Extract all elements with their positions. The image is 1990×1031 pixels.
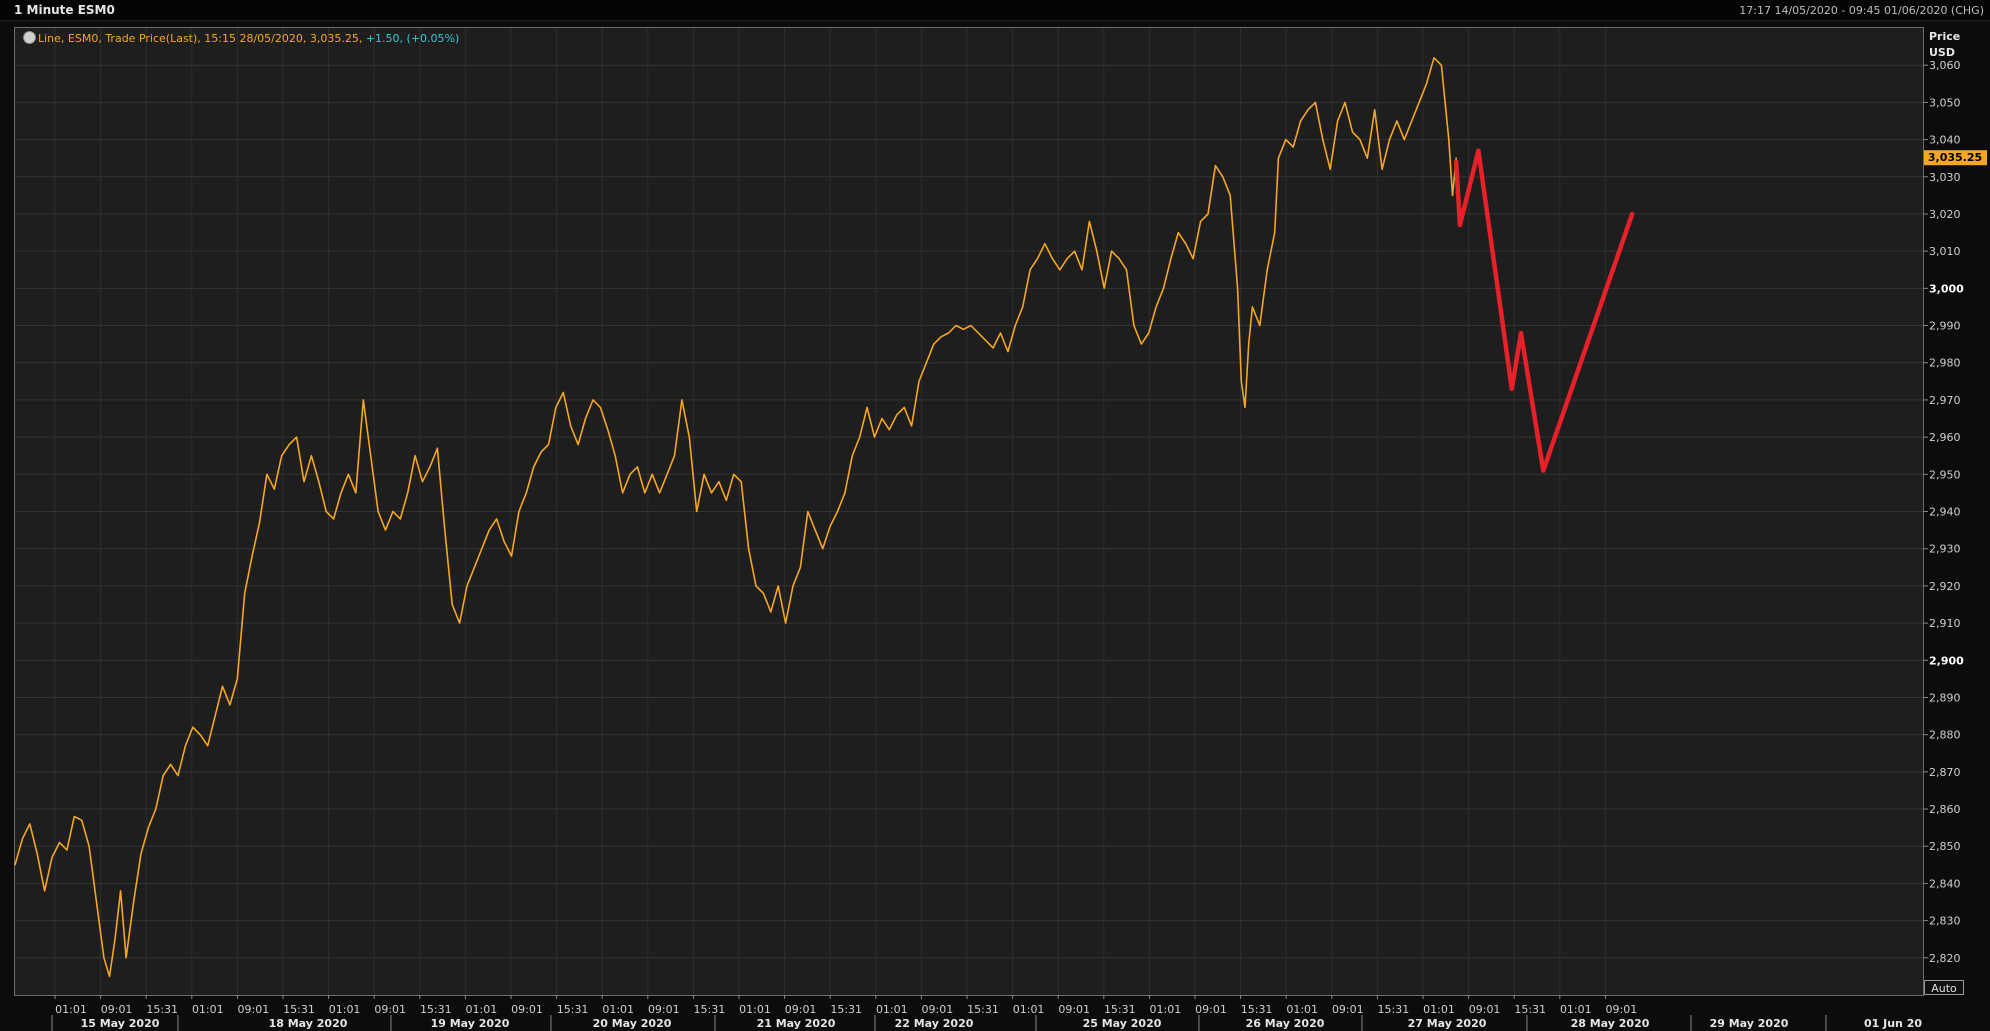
price-chart: Price USD 2,820 2,830 2,840 2,850 2,860 2,870… xyxy=(14,28,1987,1031)
x-tick-label: 01:01 xyxy=(1150,1003,1182,1016)
y-tick-label: 2,930 xyxy=(1929,543,1961,556)
x-tick-label: 15:31 xyxy=(283,1003,315,1016)
y-tick-label: 2,960 xyxy=(1929,431,1961,444)
x-tick-label: 09:01 xyxy=(1606,1003,1638,1016)
x-tick-label: 15:31 xyxy=(1514,1003,1546,1016)
x-tick-label: 01:01 xyxy=(739,1003,771,1016)
x-tick-label: 15:31 xyxy=(967,1003,999,1016)
time-axis: 01:01 09:01 15:31 01:01 09:01 15:31 01:01 09:01… xyxy=(51,995,1922,1031)
x-tick-label: 01:01 xyxy=(1286,1003,1318,1016)
x-day-label: 22 May 2020 xyxy=(895,1017,974,1030)
chart-window: 1 Minute ESM0 17:17 14/05/2020 - 09:45 0… xyxy=(0,0,1990,1031)
x-day-label: 21 May 2020 xyxy=(757,1017,836,1030)
x-tick-label: 09:01 xyxy=(1058,1003,1090,1016)
y-tick-label: 2,940 xyxy=(1929,506,1961,519)
x-tick-label: 09:01 xyxy=(238,1003,270,1016)
x-tick-label: 09:01 xyxy=(511,1003,543,1016)
x-tick-label: 01:01 xyxy=(1560,1003,1592,1016)
x-tick-label: 01:01 xyxy=(602,1003,634,1016)
x-tick-label: 15:31 xyxy=(830,1003,862,1016)
x-tick-label: 01:01 xyxy=(876,1003,908,1016)
y-tick-label: 2,920 xyxy=(1929,580,1961,593)
y-tick-label: 2,830 xyxy=(1929,915,1961,928)
price-axis-unit: USD xyxy=(1929,46,1955,59)
x-tick-label: 01:01 xyxy=(1423,1003,1455,1016)
x-tick-label: 15:31 xyxy=(1378,1003,1410,1016)
x-tick-label: 09:01 xyxy=(1332,1003,1364,1016)
series-settings-icon[interactable] xyxy=(23,31,36,44)
y-tick-label: 3,050 xyxy=(1929,96,1961,109)
x-day-label: 20 May 2020 xyxy=(593,1017,672,1030)
grid-lines xyxy=(15,28,1923,995)
series-legend[interactable]: Line, ESM0, Trade Price(Last), 15:15 28/… xyxy=(23,31,459,45)
y-tick-label: 2,980 xyxy=(1929,357,1961,370)
x-tick-label: 15:31 xyxy=(557,1003,589,1016)
y-tick-label: 3,040 xyxy=(1929,134,1961,147)
series-layer xyxy=(14,57,1635,978)
y-tick-label: 2,990 xyxy=(1929,320,1961,333)
x-day-label: 28 May 2020 xyxy=(1571,1017,1650,1030)
y-tick-label: 2,870 xyxy=(1929,766,1961,779)
price-axis-title: Price xyxy=(1929,30,1960,43)
x-day-label: 01 Jun 20 xyxy=(1864,1017,1922,1030)
x-tick-label: 09:01 xyxy=(1195,1003,1227,1016)
x-tick-label: 09:01 xyxy=(101,1003,133,1016)
y-tick-label: 2,890 xyxy=(1929,691,1961,704)
x-day-label: 15 May 2020 xyxy=(81,1017,160,1030)
x-tick-label: 09:01 xyxy=(648,1003,680,1016)
y-tick-label: 2,880 xyxy=(1929,729,1961,742)
y-tick-label: 3,060 xyxy=(1929,59,1961,72)
x-tick-label: 01:01 xyxy=(329,1003,361,1016)
x-day-label: 26 May 2020 xyxy=(1246,1017,1325,1030)
legend-series-label: Line, ESM0, Trade Price(Last), 15:15 28/… xyxy=(38,32,363,45)
y-tick-label: 2,840 xyxy=(1929,877,1961,890)
x-tick-label: 01:01 xyxy=(1013,1003,1045,1016)
legend-change: +1.50, (+0.05%) xyxy=(365,32,460,45)
x-day-label: 27 May 2020 xyxy=(1408,1017,1487,1030)
price-line xyxy=(14,57,1457,978)
x-tick-label: 15:31 xyxy=(1241,1003,1273,1016)
y-tick-label: 2,900 xyxy=(1929,654,1964,667)
x-day-label: 18 May 2020 xyxy=(269,1017,348,1030)
x-tick-label: 09:01 xyxy=(922,1003,954,1016)
x-day-label: 29 May 2020 xyxy=(1710,1017,1789,1030)
x-tick-label: 09:01 xyxy=(374,1003,406,1016)
y-tick-label: 2,860 xyxy=(1929,803,1961,816)
x-day-label: 25 May 2020 xyxy=(1083,1017,1162,1030)
y-tick-label: 3,030 xyxy=(1929,171,1961,184)
x-tick-label: 15:31 xyxy=(146,1003,178,1016)
x-tick-label: 09:01 xyxy=(1469,1003,1501,1016)
last-price-tag: 3,035.25 xyxy=(1924,150,1987,166)
y-tick-label: 3,020 xyxy=(1929,208,1961,221)
x-tick-label: 15:31 xyxy=(420,1003,452,1016)
x-tick-label: 01:01 xyxy=(192,1003,224,1016)
y-tick-label: 2,820 xyxy=(1929,952,1961,965)
y-tick-label: 3,010 xyxy=(1929,245,1961,258)
y-tick-label: 2,910 xyxy=(1929,617,1961,630)
x-tick-label: 15:31 xyxy=(694,1003,726,1016)
y-tick-label: 2,950 xyxy=(1929,468,1961,481)
x-tick-label: 01:01 xyxy=(55,1003,87,1016)
x-tick-label: 01:01 xyxy=(466,1003,498,1016)
last-price-value: 3,035.25 xyxy=(1928,151,1982,164)
x-tick-label: 15:31 xyxy=(1104,1003,1136,1016)
price-axis: Price USD 2,820 2,830 2,840 2,850 2,860 2,870… xyxy=(1923,30,1964,965)
auto-scale-button[interactable]: Auto xyxy=(1924,980,1964,995)
y-tick-label: 3,000 xyxy=(1929,282,1964,295)
x-day-label: 19 May 2020 xyxy=(431,1017,510,1030)
x-tick-label: 09:01 xyxy=(785,1003,817,1016)
y-tick-label: 2,970 xyxy=(1929,394,1961,407)
y-tick-label: 2,850 xyxy=(1929,840,1961,853)
